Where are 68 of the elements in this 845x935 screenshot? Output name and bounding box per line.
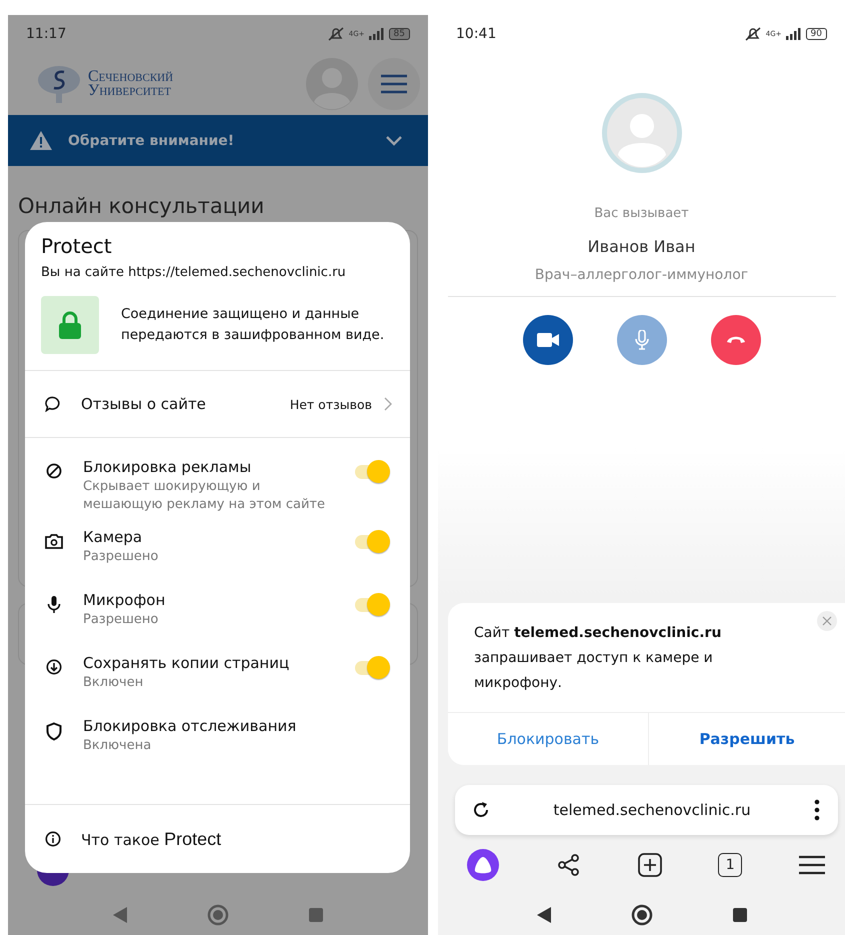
url-text: telemed.sechenovclinic.ru — [552, 801, 752, 819]
notice-banner[interactable]: Обратите внимание! — [8, 115, 428, 166]
setting-description: Разрешено — [83, 548, 160, 566]
setting-label: Микрофон — [83, 591, 166, 609]
phone-icon — [726, 336, 746, 344]
logo-text: Сеченовский — [88, 70, 174, 84]
assistant-icon[interactable] — [466, 848, 500, 882]
tree-logo-icon — [36, 64, 82, 104]
shield-icon — [46, 722, 62, 741]
more-icon[interactable] — [814, 799, 820, 821]
menu-icon[interactable] — [799, 855, 825, 875]
caller-avatar-icon — [602, 93, 682, 173]
video-camera-icon — [536, 333, 558, 347]
new-tab-icon[interactable] — [638, 853, 662, 877]
recents-icon[interactable] — [732, 908, 746, 922]
info-icon — [45, 831, 61, 847]
setting-label: Сохранять копии страниц — [83, 654, 290, 672]
reviews-row[interactable]: Отзывы о сайте Нет отзывов — [25, 370, 410, 437]
camera-icon — [45, 533, 63, 549]
setting-label: Камера — [83, 528, 144, 546]
mute-icon — [744, 26, 762, 40]
address-bar[interactable]: telemed.sechenovclinic.ru — [455, 785, 838, 835]
caller-name: Иванов Иван — [588, 237, 696, 256]
signal-icon — [368, 28, 385, 40]
battery-indicator: 85 — [388, 28, 410, 40]
reviews-value: Нет отзывов — [290, 396, 372, 412]
lock-icon — [59, 311, 81, 339]
setting-description: Разрешено — [83, 611, 160, 629]
close-icon — [822, 616, 832, 626]
setting-label: Блокировка рекламы — [83, 458, 252, 476]
status-time: 11:17 — [26, 26, 66, 42]
setting-label: Блокировка отслеживания — [83, 717, 298, 735]
close-button[interactable] — [817, 611, 837, 631]
banner-text: Обратите внимание! — [68, 132, 236, 148]
share-icon[interactable] — [556, 853, 581, 877]
page-heading: Онлайн консультации — [18, 194, 266, 218]
back-icon[interactable] — [536, 907, 550, 923]
chevron-down-icon — [386, 136, 402, 146]
microphone-icon — [47, 596, 61, 614]
block-icon — [46, 463, 62, 479]
security-text: Соединение защищено и данные передаются в зашифрованном виде. — [121, 305, 386, 345]
warning-icon — [30, 131, 52, 150]
comment-icon — [45, 396, 61, 412]
logo-text: Университет — [88, 84, 172, 98]
home-icon[interactable] — [630, 904, 652, 926]
setting-description: Включена — [83, 737, 152, 755]
sheet-title: Protect — [41, 234, 113, 258]
call-caption: Вас вызывает — [594, 206, 689, 221]
microphone-button[interactable] — [616, 315, 666, 365]
permission-text: Сайт telemed.sechenovclinic.ru запрашивает доступ к камере и микрофону. — [473, 624, 722, 693]
chevron-right-icon — [384, 397, 392, 411]
site-address-text: Вы на сайте https://telemed.sechenovclinic.ru — [41, 265, 347, 280]
status-time: 10:41 — [456, 26, 496, 42]
setting-description: Скрывает шокирующую и мешающую рекламу на этом сайте — [83, 478, 326, 514]
reviews-label: Отзывы о сайте — [81, 395, 207, 413]
about-protect-link[interactable]: Что такое Protect — [25, 804, 410, 873]
menu-icon — [381, 74, 407, 94]
download-icon — [46, 659, 62, 675]
signal-icon — [786, 28, 802, 40]
video-call-button[interactable] — [522, 315, 572, 365]
mute-icon — [326, 26, 345, 40]
hang-up-button[interactable] — [710, 315, 760, 365]
caller-role: Врач–аллерголог-иммунолог — [534, 267, 748, 283]
tabs-button[interactable]: 1 — [718, 853, 742, 877]
microphone-icon — [634, 330, 648, 350]
reload-icon[interactable] — [472, 801, 490, 819]
setting-description: Включен — [83, 674, 144, 692]
battery-indicator: 90 — [806, 28, 827, 40]
